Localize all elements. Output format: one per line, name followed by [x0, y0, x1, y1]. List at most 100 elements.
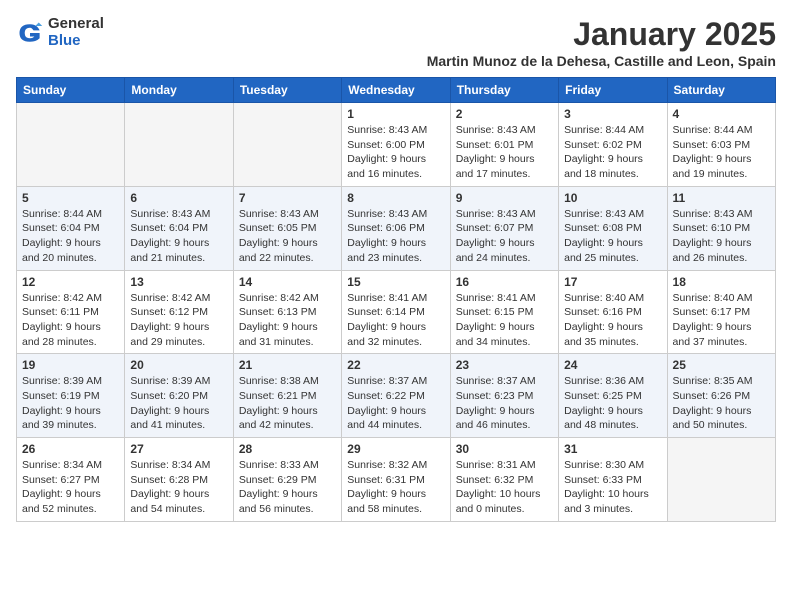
day-info: Sunrise: 8:35 AM Sunset: 6:26 PM Dayligh…	[673, 374, 770, 433]
day-info: Sunrise: 8:31 AM Sunset: 6:32 PM Dayligh…	[456, 458, 553, 517]
day-info: Sunrise: 8:39 AM Sunset: 6:20 PM Dayligh…	[130, 374, 227, 433]
day-info: Sunrise: 8:43 AM Sunset: 6:08 PM Dayligh…	[564, 207, 661, 266]
day-number: 5	[22, 191, 119, 205]
day-number: 2	[456, 107, 553, 121]
logo-icon	[16, 19, 44, 47]
day-info: Sunrise: 8:44 AM Sunset: 6:04 PM Dayligh…	[22, 207, 119, 266]
day-info: Sunrise: 8:40 AM Sunset: 6:17 PM Dayligh…	[673, 291, 770, 350]
day-number: 6	[130, 191, 227, 205]
day-info: Sunrise: 8:43 AM Sunset: 6:06 PM Dayligh…	[347, 207, 444, 266]
day-number: 7	[239, 191, 336, 205]
day-info: Sunrise: 8:37 AM Sunset: 6:23 PM Dayligh…	[456, 374, 553, 433]
calendar-cell: 10Sunrise: 8:43 AM Sunset: 6:08 PM Dayli…	[559, 186, 667, 270]
day-number: 22	[347, 358, 444, 372]
day-number: 13	[130, 275, 227, 289]
day-number: 27	[130, 442, 227, 456]
weekday-header-sunday: Sunday	[17, 78, 125, 103]
calendar-week-row: 12 Sunrise: 8:42 AM Sunset: 6:11 PM Dayli…	[17, 270, 776, 354]
weekday-header-row: SundayMondayTuesdayWednesdayThursdayFrid…	[17, 78, 776, 103]
calendar-cell: 12 Sunrise: 8:42 AM Sunset: 6:11 PM Dayli…	[17, 270, 125, 354]
day-info: Sunrise: 8:43 AM Sunset: 6:01 PM Dayligh…	[456, 123, 553, 182]
day-info: Sunrise: 8:43 AM Sunset: 6:10 PM Dayligh…	[673, 207, 770, 266]
day-info: Sunrise: 8:37 AM Sunset: 6:22 PM Dayligh…	[347, 374, 444, 433]
day-number: 19	[22, 358, 119, 372]
calendar-table: SundayMondayTuesdayWednesdayThursdayFrid…	[16, 77, 776, 522]
calendar-cell	[233, 103, 341, 187]
day-info: Sunrise: 8:43 AM Sunset: 6:05 PM Dayligh…	[239, 207, 336, 266]
calendar-cell: 22 Sunrise: 8:37 AM Sunset: 6:22 PM Dayli…	[342, 354, 450, 438]
day-number: 26	[22, 442, 119, 456]
logo-general-text: General	[48, 16, 104, 33]
calendar-week-row: 19 Sunrise: 8:39 AM Sunset: 6:19 PM Dayli…	[17, 354, 776, 438]
weekday-header-monday: Monday	[125, 78, 233, 103]
title-block: January 2025 Martin Munoz de la Dehesa, …	[427, 16, 776, 69]
day-number: 18	[673, 275, 770, 289]
calendar-cell: 7 Sunrise: 8:43 AM Sunset: 6:05 PM Daylig…	[233, 186, 341, 270]
day-info: Sunrise: 8:43 AM Sunset: 6:00 PM Dayligh…	[347, 123, 444, 182]
weekday-header-saturday: Saturday	[667, 78, 775, 103]
calendar-cell: 23 Sunrise: 8:37 AM Sunset: 6:23 PM Dayli…	[450, 354, 558, 438]
calendar-cell: 31 Sunrise: 8:30 AM Sunset: 6:33 PM Dayli…	[559, 438, 667, 522]
calendar-cell: 4 Sunrise: 8:44 AM Sunset: 6:03 PM Daylig…	[667, 103, 775, 187]
calendar-cell: 19 Sunrise: 8:39 AM Sunset: 6:19 PM Dayli…	[17, 354, 125, 438]
day-info: Sunrise: 8:43 AM Sunset: 6:04 PM Dayligh…	[130, 207, 227, 266]
calendar-week-row: 5 Sunrise: 8:44 AM Sunset: 6:04 PM Daylig…	[17, 186, 776, 270]
calendar-cell: 2 Sunrise: 8:43 AM Sunset: 6:01 PM Daylig…	[450, 103, 558, 187]
day-number: 4	[673, 107, 770, 121]
calendar-cell: 16 Sunrise: 8:41 AM Sunset: 6:15 PM Dayli…	[450, 270, 558, 354]
weekday-header-tuesday: Tuesday	[233, 78, 341, 103]
weekday-header-friday: Friday	[559, 78, 667, 103]
calendar-cell: 9 Sunrise: 8:43 AM Sunset: 6:07 PM Daylig…	[450, 186, 558, 270]
calendar-cell: 26 Sunrise: 8:34 AM Sunset: 6:27 PM Dayli…	[17, 438, 125, 522]
calendar-cell	[17, 103, 125, 187]
calendar-cell: 24 Sunrise: 8:36 AM Sunset: 6:25 PM Dayli…	[559, 354, 667, 438]
calendar-cell: 29 Sunrise: 8:32 AM Sunset: 6:31 PM Dayli…	[342, 438, 450, 522]
day-number: 24	[564, 358, 661, 372]
day-info: Sunrise: 8:43 AM Sunset: 6:07 PM Dayligh…	[456, 207, 553, 266]
calendar-week-row: 1 Sunrise: 8:43 AM Sunset: 6:00 PM Daylig…	[17, 103, 776, 187]
day-info: Sunrise: 8:41 AM Sunset: 6:15 PM Dayligh…	[456, 291, 553, 350]
day-info: Sunrise: 8:41 AM Sunset: 6:14 PM Dayligh…	[347, 291, 444, 350]
calendar-cell: 21Sunrise: 8:38 AM Sunset: 6:21 PM Dayli…	[233, 354, 341, 438]
day-number: 9	[456, 191, 553, 205]
logo-blue-text: Blue	[48, 33, 104, 50]
calendar-cell: 25Sunrise: 8:35 AM Sunset: 6:26 PM Dayli…	[667, 354, 775, 438]
day-number: 28	[239, 442, 336, 456]
calendar-cell	[667, 438, 775, 522]
logo: General Blue	[16, 16, 104, 49]
calendar-cell: 13 Sunrise: 8:42 AM Sunset: 6:12 PM Dayli…	[125, 270, 233, 354]
day-number: 11	[673, 191, 770, 205]
day-info: Sunrise: 8:36 AM Sunset: 6:25 PM Dayligh…	[564, 374, 661, 433]
day-info: Sunrise: 8:42 AM Sunset: 6:12 PM Dayligh…	[130, 291, 227, 350]
day-number: 12	[22, 275, 119, 289]
day-number: 15	[347, 275, 444, 289]
calendar-cell: 18 Sunrise: 8:40 AM Sunset: 6:17 PM Dayli…	[667, 270, 775, 354]
calendar-cell: 27 Sunrise: 8:34 AM Sunset: 6:28 PM Dayli…	[125, 438, 233, 522]
calendar-cell	[125, 103, 233, 187]
calendar-cell: 3 Sunrise: 8:44 AM Sunset: 6:02 PM Daylig…	[559, 103, 667, 187]
day-info: Sunrise: 8:38 AM Sunset: 6:21 PM Dayligh…	[239, 374, 336, 433]
day-info: Sunrise: 8:44 AM Sunset: 6:02 PM Dayligh…	[564, 123, 661, 182]
day-info: Sunrise: 8:30 AM Sunset: 6:33 PM Dayligh…	[564, 458, 661, 517]
day-info: Sunrise: 8:44 AM Sunset: 6:03 PM Dayligh…	[673, 123, 770, 182]
day-number: 23	[456, 358, 553, 372]
day-info: Sunrise: 8:34 AM Sunset: 6:28 PM Dayligh…	[130, 458, 227, 517]
day-info: Sunrise: 8:32 AM Sunset: 6:31 PM Dayligh…	[347, 458, 444, 517]
day-number: 3	[564, 107, 661, 121]
day-info: Sunrise: 8:42 AM Sunset: 6:11 PM Dayligh…	[22, 291, 119, 350]
day-number: 16	[456, 275, 553, 289]
day-info: Sunrise: 8:39 AM Sunset: 6:19 PM Dayligh…	[22, 374, 119, 433]
day-info: Sunrise: 8:34 AM Sunset: 6:27 PM Dayligh…	[22, 458, 119, 517]
day-number: 31	[564, 442, 661, 456]
month-title: January 2025	[427, 16, 776, 53]
calendar-cell: 11 Sunrise: 8:43 AM Sunset: 6:10 PM Dayli…	[667, 186, 775, 270]
calendar-cell: 8Sunrise: 8:43 AM Sunset: 6:06 PM Daylig…	[342, 186, 450, 270]
calendar-cell: 1 Sunrise: 8:43 AM Sunset: 6:00 PM Daylig…	[342, 103, 450, 187]
page-header: General Blue January 2025 Martin Munoz d…	[16, 16, 776, 69]
day-info: Sunrise: 8:42 AM Sunset: 6:13 PM Dayligh…	[239, 291, 336, 350]
day-number: 14	[239, 275, 336, 289]
calendar-cell: 20Sunrise: 8:39 AM Sunset: 6:20 PM Dayli…	[125, 354, 233, 438]
day-number: 29	[347, 442, 444, 456]
day-number: 1	[347, 107, 444, 121]
calendar-cell: 6 Sunrise: 8:43 AM Sunset: 6:04 PM Daylig…	[125, 186, 233, 270]
